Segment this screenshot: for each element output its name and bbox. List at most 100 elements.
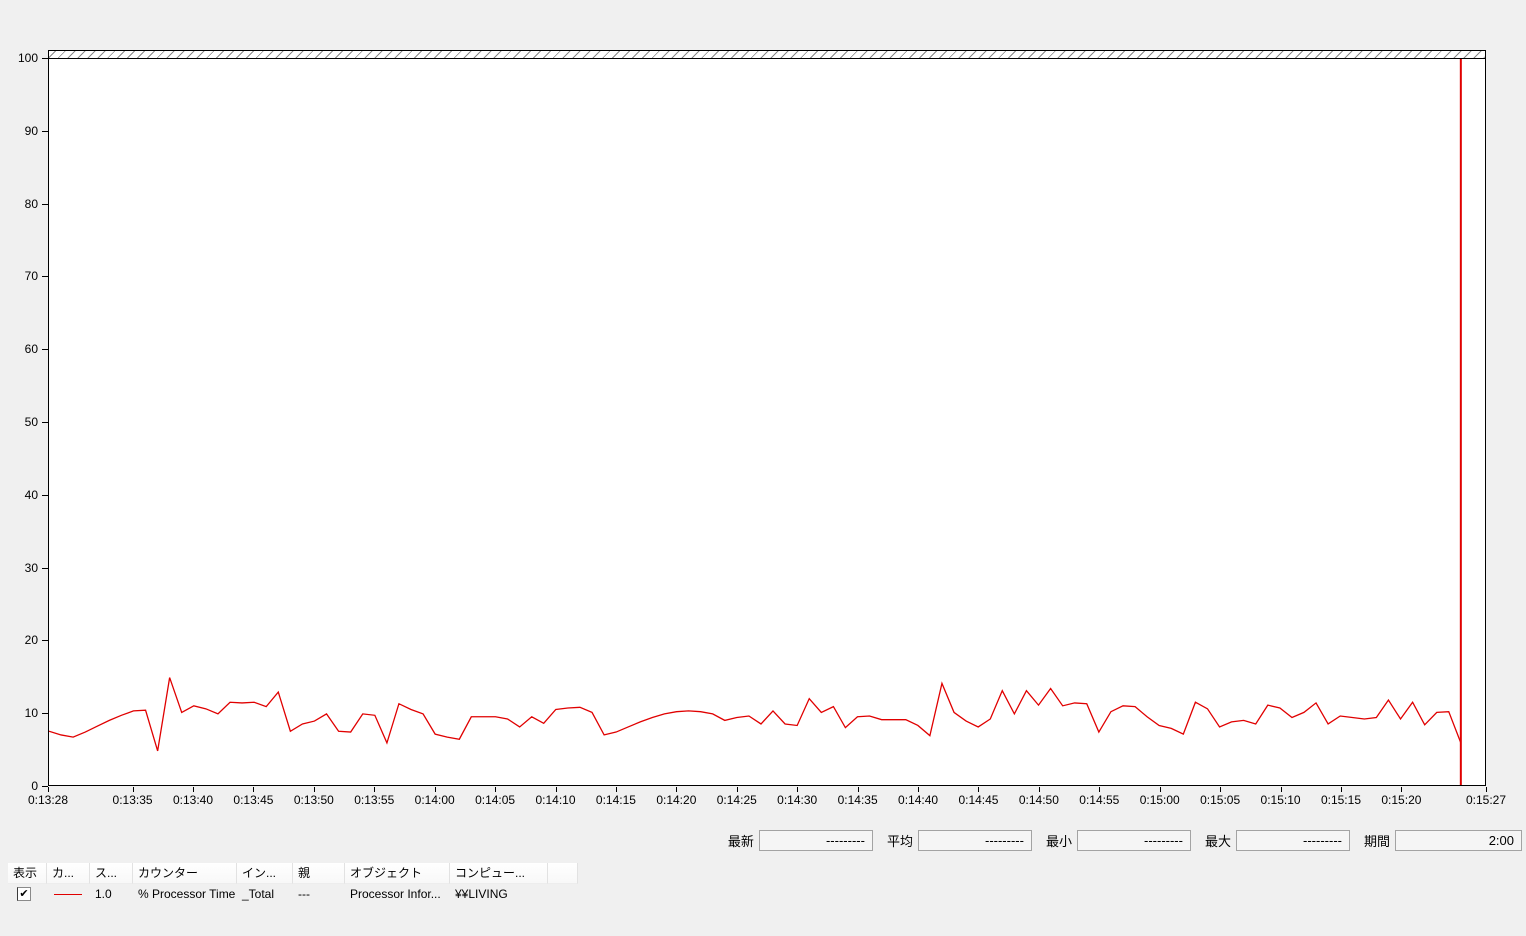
y-axis-tick [42, 276, 48, 278]
y-axis-tick-label: 100 [17, 51, 38, 65]
x-axis-tick-label: 0:14:55 [1079, 793, 1120, 807]
average-value: --------- [917, 829, 1032, 851]
x-axis-tick [797, 787, 799, 792]
x-axis-tick-label: 0:14:30 [777, 793, 818, 807]
x-axis-tick [48, 787, 49, 792]
counter-row[interactable]: ✔ 1.0 % Processor Time _Total --- Processor I… [8, 884, 578, 904]
cpu-usage-line [49, 677, 1462, 752]
legend-column-header-color[interactable]: カ... [47, 863, 90, 884]
y-axis-tick [42, 349, 48, 351]
legend-column-header-parent[interactable]: 親 [293, 863, 345, 884]
x-axis-tick [1099, 787, 1101, 792]
y-axis-tick-label: 40 [24, 487, 38, 502]
x-axis-tick-label: 0:13:50 [293, 793, 334, 807]
average-label: 平均 [886, 833, 913, 849]
counter-object-cell: Processor Infor... [350, 886, 441, 901]
x-axis-tick [857, 787, 859, 792]
latest-label: 最新 [727, 833, 754, 849]
x-axis-tick-label: 0:13:45 [233, 793, 274, 807]
y-axis-tick-label: 50 [24, 415, 38, 429]
legend-header-row: 表示 カ... ス... カウンター イン... 親オブジェクト コンピュー... [8, 863, 578, 884]
x-axis-tick [676, 787, 678, 792]
duration-label: 期間 [1363, 833, 1390, 849]
x-axis-tick [1280, 787, 1282, 792]
perfmon-graph-panel: 0 10 20 30 40 50 60 70 80 90 100 0:13:28 0:13:35 0:1… [0, 0, 1526, 936]
x-axis-tick-label: 0:13:55 [354, 793, 395, 807]
x-axis-tick-label: 0:14:05 [475, 793, 516, 807]
counter-color-swatch [54, 893, 82, 895]
x-axis-tick [434, 787, 436, 792]
x-axis-tick [1220, 787, 1222, 792]
x-axis-tick-label: 0:14:10 [535, 793, 576, 807]
maximum-label: 最大 [1204, 833, 1231, 849]
counter-scale-cell: 1.0 [95, 886, 112, 901]
y-axis-tick-label: 90 [24, 123, 38, 138]
counter-counter-cell: % Processor Time [138, 886, 236, 901]
counter-computer-cell: ¥¥LIVING [455, 886, 508, 901]
x-axis-tick-label: 0:14:45 [958, 793, 999, 807]
maximum-value: --------- [1235, 829, 1350, 851]
legend-column-header-show[interactable]: 表示 [8, 863, 47, 884]
y-axis-tick [42, 640, 48, 642]
y-axis-tick [42, 494, 48, 496]
y-axis-tick-label: 0 [31, 779, 38, 793]
y-axis-tick [42, 58, 48, 59]
legend-column-header-filler[interactable] [548, 863, 578, 884]
y-axis-tick [42, 567, 48, 569]
counter-visible-checkbox[interactable]: ✔ [17, 887, 31, 901]
y-axis-tick-label: 70 [24, 269, 38, 284]
x-axis-tick [374, 787, 376, 792]
x-axis-tick [1159, 787, 1161, 792]
x-axis-tick [313, 787, 315, 792]
counter-parent-cell: --- [298, 886, 310, 901]
y-axis-tick [42, 713, 48, 715]
y-axis-tick [42, 422, 48, 423]
stats-bar: 最新 --------- 平均 --------- 最小 --------- 最… [728, 829, 1522, 851]
x-axis-tick-label: 0:14:20 [656, 793, 697, 807]
x-axis-tick [555, 787, 557, 792]
x-axis-tick-label: 0:14:40 [898, 793, 939, 807]
x-axis-tick-label: 0:15:15 [1320, 793, 1361, 807]
minimum-label: 最小 [1045, 833, 1072, 849]
x-axis-tick-label: 0:15:20 [1381, 793, 1422, 807]
minimum-value: --------- [1076, 829, 1191, 851]
legend-column-header-computer[interactable]: コンピュー... [450, 863, 548, 884]
y-axis-tick-label: 60 [24, 342, 38, 357]
x-axis-tick-label: 0:14:00 [414, 793, 455, 807]
legend-column-header-object[interactable]: オブジェクト [345, 863, 450, 884]
x-axis-tick-label: 0:13:40 [172, 793, 214, 807]
x-axis-tick-label: 0:14:15 [595, 793, 636, 807]
latest-value: --------- [758, 829, 873, 851]
x-axis-tick [495, 787, 497, 792]
x-axis-tick [978, 787, 980, 792]
counter-instance-cell: _Total [242, 886, 275, 901]
y-axis-tick-label: 30 [24, 560, 38, 575]
x-axis-tick-label: 0:14:25 [716, 793, 757, 807]
y-axis-tick [42, 203, 48, 205]
x-axis-tick [1401, 787, 1403, 792]
x-axis-tick-label: 0:13:28 [27, 793, 69, 807]
x-axis-tick [1486, 787, 1487, 792]
legend-column-header-counter[interactable]: カウンター [133, 863, 237, 884]
x-axis-tick [615, 787, 617, 792]
duration-value: 2:00 [1395, 829, 1522, 851]
x-axis-tick [253, 787, 255, 792]
x-axis-tick [918, 787, 920, 792]
counter-legend-table: 表示 カ... ス... カウンター イン... 親オブジェクト コンピュー... ✔ 1.0… [8, 863, 578, 904]
x-axis-tick [1038, 787, 1040, 792]
y-axis-tick-label: 20 [24, 633, 38, 648]
x-axis-tick-label: 0:14:35 [837, 793, 878, 807]
x-axis-tick [1340, 787, 1342, 792]
legend-column-header-scale[interactable]: ス... [90, 863, 133, 884]
chart-plot-area[interactable] [48, 58, 1486, 786]
x-axis-tick [193, 787, 194, 792]
y-axis-tick [42, 130, 48, 132]
x-axis-tick-label: 0:15:27 [1465, 793, 1507, 807]
x-axis-tick-label: 0:13:35 [112, 793, 153, 807]
x-axis-tick-label: 0:14:50 [1018, 793, 1059, 807]
legend-column-header-instance[interactable]: イン... [237, 863, 293, 884]
x-axis-tick-label: 0:15:05 [1200, 793, 1241, 807]
x-axis-tick [132, 787, 134, 792]
y-axis-tick-label: 80 [24, 196, 38, 211]
x-axis-tick-label: 0:15:00 [1139, 793, 1180, 807]
